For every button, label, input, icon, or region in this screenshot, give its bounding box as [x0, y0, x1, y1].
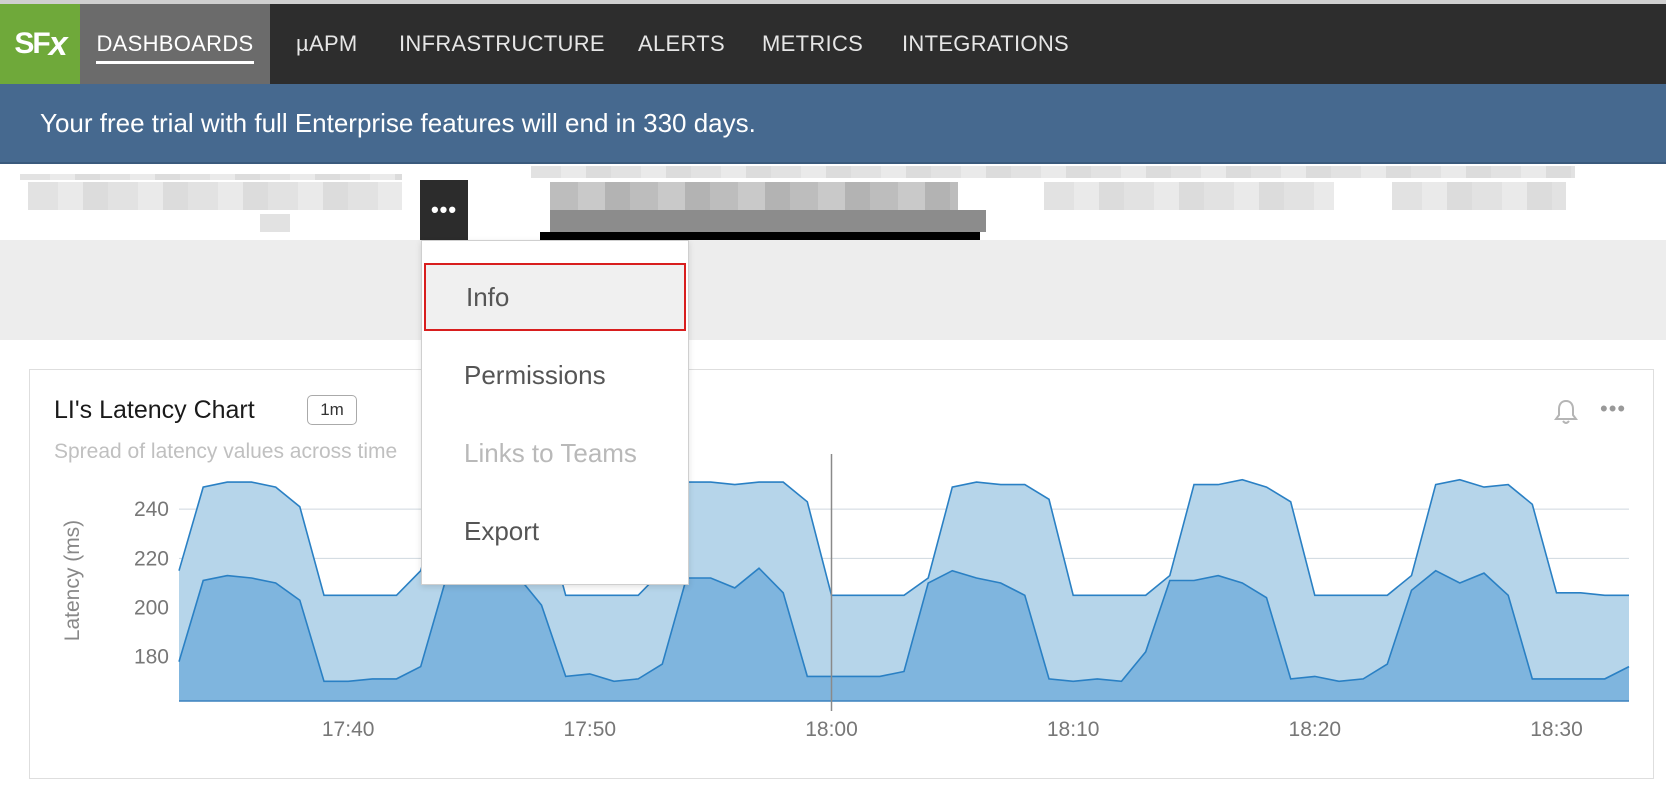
chart-card: 180 200 220 240 17:40 17:50 18:00 18:10 18:20 18:… — [29, 369, 1654, 779]
nav-metrics[interactable]: METRICS — [762, 4, 863, 84]
y-tick-label: 200 — [134, 597, 169, 620]
dashboard-actions-button[interactable]: ••• — [420, 180, 468, 240]
redacted-dashboard-name — [550, 182, 958, 210]
menu-item-export-label: Export — [464, 515, 540, 546]
y-tick-label: 180 — [134, 646, 169, 669]
chart-title: LI's Latency Chart — [54, 396, 255, 424]
x-tick-label: 18:20 — [1289, 718, 1342, 741]
nav-integrations[interactable]: INTEGRATIONS — [902, 4, 1069, 84]
nav-apm-label: µAPM — [296, 31, 358, 56]
nav-dashboards-label: DASHBOARDS — [96, 24, 254, 64]
x-tick-label: 17:40 — [322, 718, 375, 741]
x-tick-label: 18:00 — [805, 718, 858, 741]
y-axis-label: Latency (ms) — [61, 520, 84, 641]
dashboard-actions-menu: Info Permissions Links to Teams Export — [421, 240, 689, 585]
y-tick-label: 220 — [134, 547, 169, 570]
logo-text-x: x — [48, 24, 68, 63]
trial-banner: Your free trial with full Enterprise fea… — [0, 84, 1666, 164]
redacted-region — [1044, 182, 1334, 210]
top-navigation-bar: SF x DASHBOARDS µAPM INFRASTRUCTURE ALERT… — [0, 0, 1666, 84]
x-tick-label: 18:10 — [1047, 718, 1100, 741]
menu-item-links-to-teams: Links to Teams — [424, 419, 686, 487]
nav-infrastructure-label: INFRASTRUCTURE — [399, 31, 605, 56]
redacted-region — [550, 210, 986, 232]
chart-description: Spread of latency values across time — [54, 440, 398, 463]
nav-infrastructure[interactable]: INFRASTRUCTURE — [399, 4, 605, 84]
nav-dashboards[interactable]: DASHBOARDS — [80, 4, 270, 84]
x-tick-label: 17:50 — [564, 718, 617, 741]
menu-item-export[interactable]: Export — [424, 497, 686, 565]
x-tick-label: 18:30 — [1530, 718, 1583, 741]
redacted-region — [260, 214, 290, 232]
bell-icon[interactable] — [1553, 398, 1579, 426]
signalfx-logo[interactable]: SF x — [0, 4, 80, 84]
nav-alerts[interactable]: ALERTS — [638, 4, 725, 84]
menu-item-links-to-teams-label: Links to Teams — [464, 437, 637, 468]
redacted-region — [1392, 182, 1566, 210]
nav-alerts-label: ALERTS — [638, 31, 725, 56]
y-tick-label: 240 — [134, 498, 169, 521]
redacted-region — [540, 232, 980, 240]
logo-text: SF — [14, 27, 50, 60]
menu-item-info-label: Info — [466, 281, 510, 312]
resolution-badge: 1m — [307, 395, 357, 425]
more-icon: ••• — [430, 197, 458, 222]
redacted-region — [531, 166, 1575, 178]
menu-item-info[interactable]: Info — [424, 263, 686, 331]
menu-item-permissions-label: Permissions — [464, 359, 606, 390]
nav-integrations-label: INTEGRATIONS — [902, 31, 1069, 56]
nav-metrics-label: METRICS — [762, 31, 864, 56]
redacted-dashboard-group — [28, 182, 402, 210]
redacted-region — [20, 174, 402, 180]
chart-more-icon[interactable]: ••• — [1600, 396, 1626, 422]
filter-bar — [0, 240, 1666, 340]
latency-chart-plot: 180 200 220 240 17:40 17:50 18:00 18:10 18:20 18:… — [61, 454, 1630, 741]
menu-item-permissions[interactable]: Permissions — [424, 341, 686, 409]
trial-banner-text: Your free trial with full Enterprise fea… — [40, 107, 756, 138]
nav-apm[interactable]: µAPM — [296, 4, 358, 84]
